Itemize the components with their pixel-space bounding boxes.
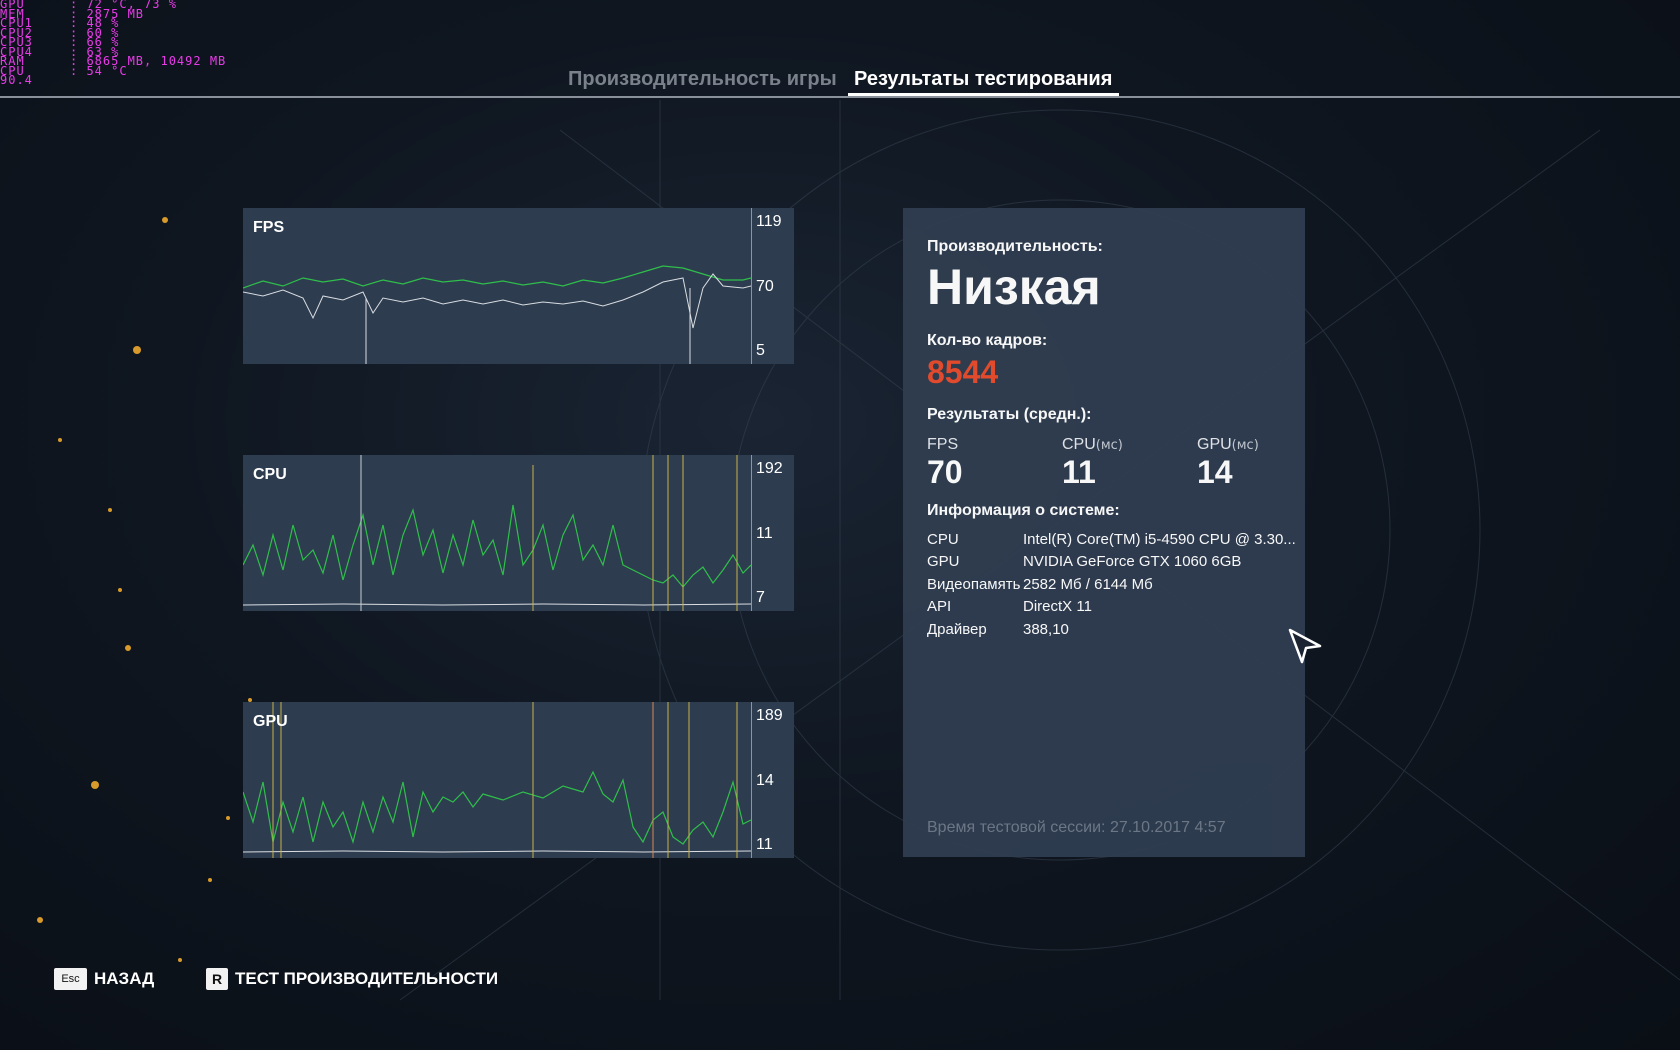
avg-name: CPU — [1062, 436, 1096, 453]
r-key-icon: R — [206, 968, 228, 990]
avg-value: 11 — [1062, 454, 1096, 490]
averages-label: Результаты (средн.): — [927, 406, 1092, 423]
axis-max: 192 — [756, 460, 783, 477]
graph-title: GPU — [253, 713, 288, 730]
sys-key: Видеопамять — [927, 576, 1021, 593]
avg-value: 14 — [1197, 454, 1233, 490]
gpu-baseline — [243, 850, 751, 853]
avg-unit: (мс) — [1095, 438, 1123, 453]
axis-mid: 14 — [756, 772, 774, 789]
tab-bar-divider — [0, 96, 1680, 98]
axis-max: 119 — [756, 213, 782, 230]
tab-test-results[interactable]: Результаты тестирования — [854, 68, 1112, 91]
frames-value: 8544 — [927, 354, 999, 390]
gpu-graph: GPU 189 14 11 — [243, 702, 794, 858]
avg-gpu: GPU(мс) 14 — [1197, 434, 1259, 490]
avg-value: 70 — [927, 454, 963, 490]
axis-min: 11 — [756, 836, 773, 853]
sys-key: GPU — [927, 553, 960, 570]
cpu-graph: CPU 192 11 7 — [243, 455, 794, 611]
performance-label: Производительность: — [927, 238, 1103, 255]
sys-value: 388,10 — [1023, 621, 1069, 638]
sys-value: 2582 Мб / 6144 Мб — [1023, 576, 1153, 593]
sys-value: DirectX 11 — [1023, 598, 1092, 615]
axis-max: 189 — [756, 707, 783, 724]
frames-label: Кол-во кадров: — [927, 332, 1048, 349]
fps-plot — [243, 265, 751, 364]
system-info-label: Информация о системе: — [927, 502, 1120, 519]
back-label: НАЗАД — [94, 969, 155, 988]
session-timestamp: Время тестовой сессии: 27.10.2017 4:57 — [927, 819, 1226, 836]
back-button[interactable]: Esc НАЗАД — [54, 968, 154, 990]
sys-key: API — [927, 598, 952, 615]
avg-unit: (мс) — [1231, 438, 1259, 453]
cpu-plot — [243, 455, 751, 611]
axis-min: 5 — [756, 342, 765, 359]
axis-divider — [751, 702, 752, 858]
cpu-baseline — [243, 603, 751, 606]
axis-min: 7 — [756, 589, 765, 606]
axis-divider — [751, 455, 752, 611]
sys-value: NVIDIA GeForce GTX 1060 6GB — [1023, 553, 1242, 570]
results-panel: Производительность: Низкая Кол-во кадров… — [903, 208, 1305, 857]
avg-cpu: CPU(мс) 11 — [1062, 434, 1123, 490]
cpu-series — [243, 504, 751, 588]
tab-game-performance[interactable]: Производительность игры — [568, 68, 837, 91]
graph-title: FPS — [253, 219, 285, 236]
mouse-cursor-icon — [1288, 628, 1322, 664]
sys-key: Драйвер — [927, 621, 987, 638]
graph-title: CPU — [253, 466, 287, 483]
fps-graph: FPS 119 70 5 — [243, 208, 794, 364]
sys-key: CPU — [927, 531, 959, 548]
sys-value: Intel(R) Core(TM) i5-4590 CPU @ 3.30... — [1023, 531, 1296, 548]
performance-test-button[interactable]: R ТЕСТ ПРОИЗВОДИТЕЛЬНОСТИ — [206, 968, 498, 990]
axis-mid: 70 — [756, 278, 774, 295]
esc-key-icon: Esc — [54, 968, 87, 990]
tab-bar: Производительность игры Результаты тести… — [0, 62, 1680, 98]
avg-name: GPU — [1197, 436, 1232, 453]
avg-fps: FPS 70 — [927, 434, 963, 490]
gpu-plot — [243, 702, 751, 858]
fps-series-gpu — [243, 265, 751, 289]
axis-mid: 11 — [756, 525, 773, 542]
gpu-series — [243, 770, 751, 845]
performance-test-label: ТЕСТ ПРОИЗВОДИТЕЛЬНОСТИ — [235, 969, 499, 988]
avg-name: FPS — [927, 436, 959, 453]
performance-value: Низкая — [927, 259, 1101, 315]
axis-divider — [751, 208, 752, 364]
